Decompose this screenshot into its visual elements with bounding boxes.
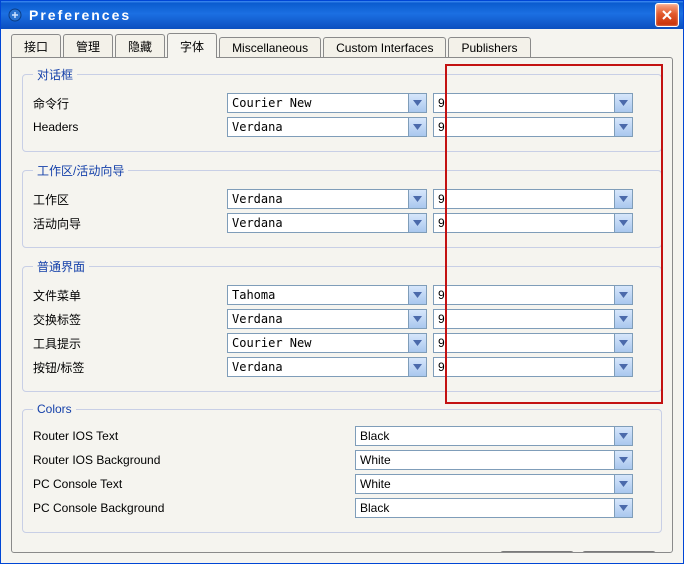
- select-tooltips-font[interactable]: Courier New: [227, 333, 427, 353]
- chevron-down-icon: [614, 310, 632, 328]
- tab-strip: 接口 管理 隐藏 字体 Miscellaneous Custom Interfa…: [11, 35, 673, 57]
- label-workspace: 工作区: [33, 191, 221, 208]
- chevron-down-icon: [614, 94, 632, 112]
- select-workspace-font[interactable]: Verdana: [227, 189, 427, 209]
- tab-font[interactable]: 字体: [167, 33, 217, 58]
- select-router-ios-background[interactable]: White: [355, 450, 633, 470]
- row-switch-tabs: 交换标签 Verdana 9: [33, 309, 651, 329]
- label-activity-wizard: 活动向导: [33, 215, 221, 232]
- label-file-menu: 文件菜单: [33, 287, 221, 304]
- tab-panel-font: 对话框 命令行 Courier New 9 Headers Verdana 9 …: [11, 57, 673, 553]
- chevron-down-icon: [614, 358, 632, 376]
- label-router-ios-text: Router IOS Text: [33, 429, 349, 443]
- group-colors: Colors Router IOS Text Black Router IOS …: [22, 402, 662, 533]
- apply-button[interactable]: 应用: [500, 551, 574, 553]
- group-workspace: 工作区/活动向导 工作区 Verdana 9 活动向导 Verdana 9: [22, 162, 662, 248]
- chevron-down-icon: [614, 427, 632, 445]
- row-tooltips: 工具提示 Courier New 9: [33, 333, 651, 353]
- row-activity-wizard: 活动向导 Verdana 9: [33, 213, 651, 233]
- tab-interface[interactable]: 接口: [11, 34, 61, 58]
- label-pc-console-background: PC Console Background: [33, 501, 349, 515]
- titlebar: Preferences: [1, 1, 683, 29]
- group-general-legend: 普通界面: [33, 258, 89, 275]
- select-commandline-font[interactable]: Courier New: [227, 93, 427, 113]
- chevron-down-icon: [614, 286, 632, 304]
- chevron-down-icon: [614, 334, 632, 352]
- row-headers: Headers Verdana 9: [33, 117, 651, 137]
- window-body: 接口 管理 隐藏 字体 Miscellaneous Custom Interfa…: [1, 29, 683, 563]
- select-headers-size[interactable]: 9: [433, 117, 633, 137]
- select-tooltips-size[interactable]: 9: [433, 333, 633, 353]
- chevron-down-icon: [408, 286, 426, 304]
- select-file-menu-font[interactable]: Tahoma: [227, 285, 427, 305]
- group-dialog: 对话框 命令行 Courier New 9 Headers Verdana 9: [22, 66, 662, 152]
- chevron-down-icon: [408, 310, 426, 328]
- dialog-footer: 应用 重置: [22, 543, 662, 553]
- label-switch-tabs: 交换标签: [33, 311, 221, 328]
- row-pc-console-text: PC Console Text White: [33, 474, 651, 494]
- chevron-down-icon: [614, 190, 632, 208]
- label-pc-console-text: PC Console Text: [33, 477, 349, 491]
- chevron-down-icon: [408, 334, 426, 352]
- group-dialog-legend: 对话框: [33, 66, 77, 83]
- select-pc-console-text[interactable]: White: [355, 474, 633, 494]
- chevron-down-icon: [614, 499, 632, 517]
- chevron-down-icon: [408, 214, 426, 232]
- chevron-down-icon: [614, 475, 632, 493]
- select-file-menu-size[interactable]: 9: [433, 285, 633, 305]
- select-switch-tabs-size[interactable]: 9: [433, 309, 633, 329]
- row-file-menu: 文件菜单 Tahoma 9: [33, 285, 651, 305]
- chevron-down-icon: [408, 118, 426, 136]
- row-router-ios-background: Router IOS Background White: [33, 450, 651, 470]
- label-buttons-labels: 按钮/标签: [33, 359, 221, 376]
- reset-button[interactable]: 重置: [582, 551, 656, 553]
- select-activity-wizard-size[interactable]: 9: [433, 213, 633, 233]
- chevron-down-icon: [614, 451, 632, 469]
- select-buttons-labels-font[interactable]: Verdana: [227, 357, 427, 377]
- preferences-window: Preferences 接口 管理 隐藏 字体 Miscellaneous Cu…: [0, 0, 684, 564]
- row-workspace: 工作区 Verdana 9: [33, 189, 651, 209]
- chevron-down-icon: [408, 94, 426, 112]
- select-switch-tabs-font[interactable]: Verdana: [227, 309, 427, 329]
- select-activity-wizard-font[interactable]: Verdana: [227, 213, 427, 233]
- tab-hide[interactable]: 隐藏: [115, 34, 165, 58]
- select-commandline-size[interactable]: 9: [433, 93, 633, 113]
- group-workspace-legend: 工作区/活动向导: [33, 162, 128, 179]
- label-router-ios-background: Router IOS Background: [33, 453, 349, 467]
- chevron-down-icon: [614, 214, 632, 232]
- chevron-down-icon: [614, 118, 632, 136]
- tab-misc[interactable]: Miscellaneous: [219, 37, 321, 58]
- select-pc-console-background[interactable]: Black: [355, 498, 633, 518]
- group-colors-legend: Colors: [33, 402, 76, 416]
- label-headers: Headers: [33, 120, 221, 134]
- row-buttons-labels: 按钮/标签 Verdana 9: [33, 357, 651, 377]
- window-title: Preferences: [29, 7, 131, 23]
- chevron-down-icon: [408, 358, 426, 376]
- select-workspace-size[interactable]: 9: [433, 189, 633, 209]
- group-general: 普通界面 文件菜单 Tahoma 9 交换标签 Verdana 9 工具提示 C…: [22, 258, 662, 392]
- tab-publishers[interactable]: Publishers: [448, 37, 530, 58]
- label-commandline: 命令行: [33, 95, 221, 112]
- row-router-ios-text: Router IOS Text Black: [33, 426, 651, 446]
- app-icon: [7, 7, 23, 23]
- tab-custom-interfaces[interactable]: Custom Interfaces: [323, 37, 446, 58]
- select-headers-font[interactable]: Verdana: [227, 117, 427, 137]
- select-router-ios-text[interactable]: Black: [355, 426, 633, 446]
- row-pc-console-background: PC Console Background Black: [33, 498, 651, 518]
- select-buttons-labels-size[interactable]: 9: [433, 357, 633, 377]
- row-commandline: 命令行 Courier New 9: [33, 93, 651, 113]
- chevron-down-icon: [408, 190, 426, 208]
- close-button[interactable]: [655, 3, 679, 27]
- label-tooltips: 工具提示: [33, 335, 221, 352]
- tab-admin[interactable]: 管理: [63, 34, 113, 58]
